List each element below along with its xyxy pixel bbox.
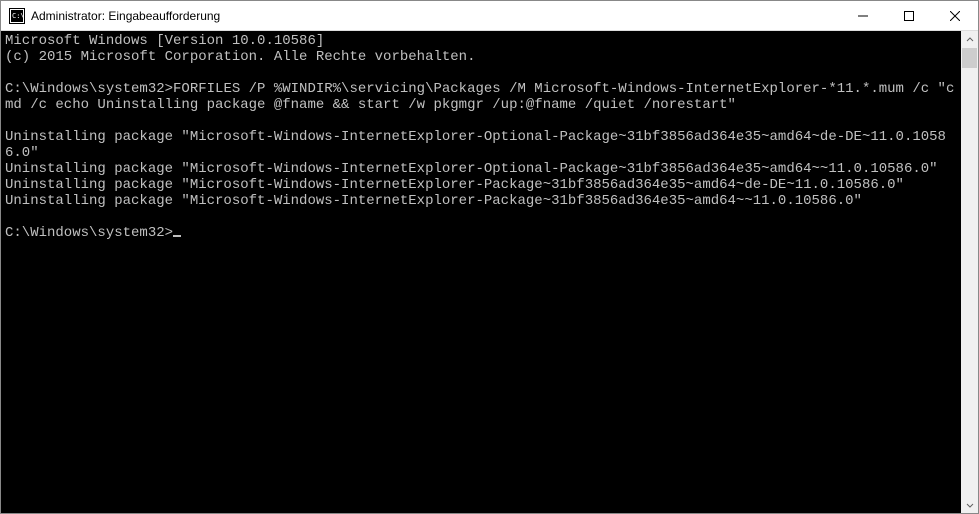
console-prompt: C:\Windows\system32> — [5, 81, 173, 97]
titlebar[interactable]: C:\ Administrator: Eingabeaufforderung — [1, 1, 978, 31]
scroll-down-button[interactable] — [961, 496, 978, 513]
console-output[interactable]: Microsoft Windows [Version 10.0.10586] (… — [1, 31, 961, 513]
console-line: Microsoft Windows [Version 10.0.10586] — [5, 33, 324, 49]
console-line: (c) 2015 Microsoft Corporation. Alle Rec… — [5, 49, 475, 65]
console-line: Uninstalling package "Microsoft-Windows-… — [5, 193, 862, 209]
scrollbar-thumb[interactable] — [962, 48, 977, 68]
maximize-button[interactable] — [886, 1, 932, 30]
console-line: Uninstalling package "Microsoft-Windows-… — [5, 129, 946, 161]
scrollbar-track[interactable] — [961, 48, 978, 496]
minimize-button[interactable] — [840, 1, 886, 30]
window-controls — [840, 1, 978, 30]
console-line: Uninstalling package "Microsoft-Windows-… — [5, 177, 904, 193]
cursor-icon — [173, 235, 181, 237]
cmd-icon: C:\ — [9, 8, 25, 24]
window-title: Administrator: Eingabeaufforderung — [31, 9, 840, 23]
svg-text:C:\: C:\ — [12, 12, 25, 20]
scroll-up-button[interactable] — [961, 31, 978, 48]
console-line: Uninstalling package "Microsoft-Windows-… — [5, 161, 938, 177]
console-area: Microsoft Windows [Version 10.0.10586] (… — [1, 31, 978, 513]
close-button[interactable] — [932, 1, 978, 30]
vertical-scrollbar[interactable] — [961, 31, 978, 513]
console-prompt: C:\Windows\system32> — [5, 225, 173, 241]
